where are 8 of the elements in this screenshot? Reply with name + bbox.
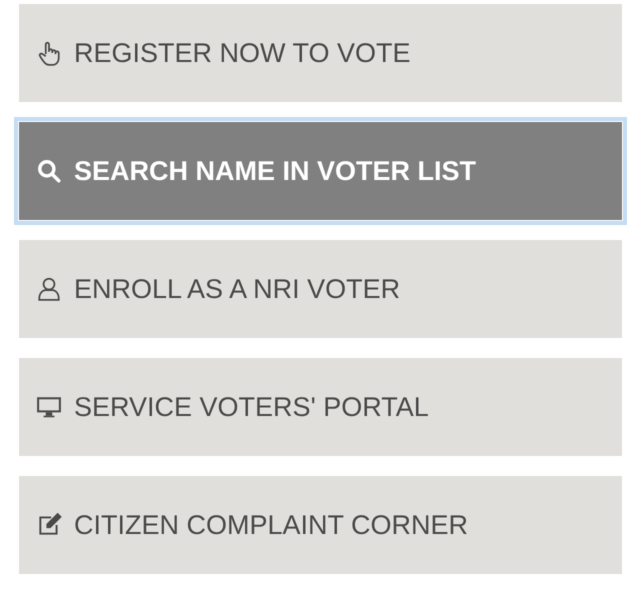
- menu-button[interactable]: SEARCH NAME IN VOTER LIST: [19, 122, 622, 220]
- menu-button[interactable]: CITIZEN COMPLAINT CORNER: [19, 476, 622, 574]
- pointing-hand-icon: [36, 40, 62, 66]
- user-icon: [36, 276, 62, 302]
- menu-button[interactable]: SERVICE VOTERS' PORTAL: [19, 358, 622, 456]
- menu-button[interactable]: ENROLL AS A NRI VOTER: [19, 240, 622, 338]
- menu-button[interactable]: REGISTER NOW TO VOTE: [19, 4, 622, 102]
- search-icon: [36, 158, 62, 184]
